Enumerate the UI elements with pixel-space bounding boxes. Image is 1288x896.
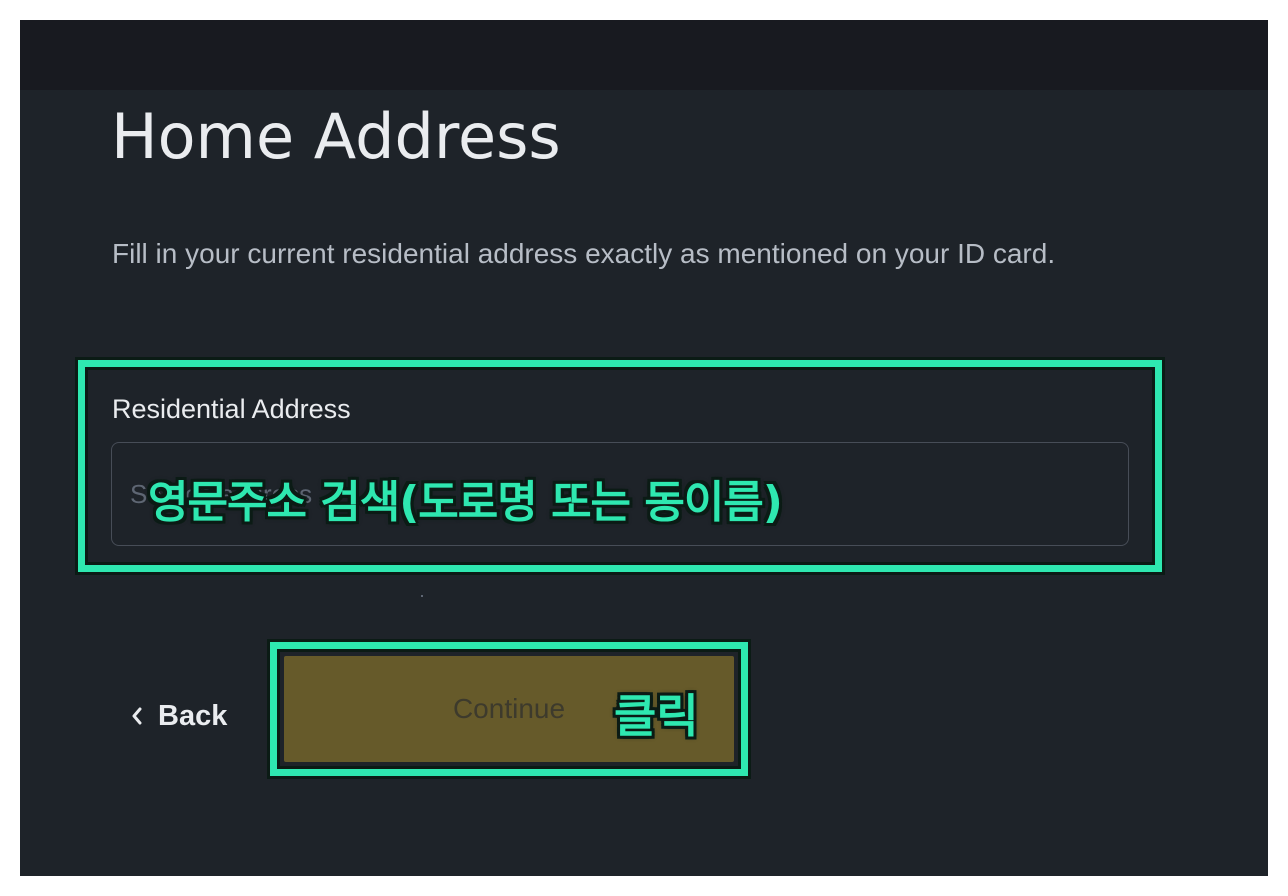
back-button-label: Back: [158, 699, 228, 732]
page-description: Fill in your current residential address…: [112, 238, 1056, 269]
residential-address-label: Residential Address: [112, 394, 351, 424]
continue-button[interactable]: Continue: [284, 656, 734, 762]
back-button[interactable]: Back: [130, 694, 227, 738]
app-screen: Home Address Fill in your current reside…: [20, 20, 1268, 876]
divider-dot: [421, 595, 423, 597]
residential-address-input[interactable]: [111, 442, 1129, 546]
chevron-left-icon: [130, 707, 144, 725]
top-bar: [20, 20, 1268, 90]
page-title: Home Address: [111, 100, 561, 173]
